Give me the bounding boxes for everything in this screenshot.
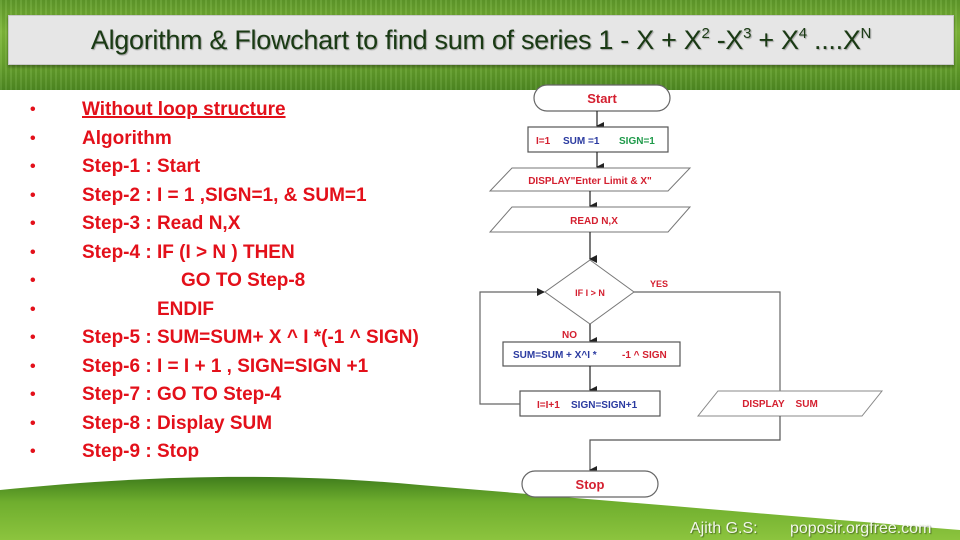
display-prompt-label: DISPLAY"Enter Limit & X" [528,176,652,187]
footer-website: poposir.orgfree.com [790,520,932,537]
flowchart: Start I=1 SUM =1 SIGN=1 DISPLAY"Enter Li… [479,84,884,498]
decision-label: IF I > N [575,288,605,298]
sum-process-label-part1: SUM=SUM + X^I * [513,350,597,361]
yes-label: YES [650,279,668,289]
init-i-label: I=1 [536,136,551,147]
read-label: READ N,X [570,216,618,227]
display-to-stop-connector [589,416,781,474]
start-label: Start [587,91,617,106]
stop-label: Stop [576,477,605,492]
init-sign-label: SIGN=1 [619,136,655,147]
init-sum-label: SUM =1 [563,136,600,147]
no-label: NO [562,330,577,341]
sum-process-label-part2: -1 ^ SIGN [622,350,667,361]
footer-author: Ajith G.S: [690,520,758,537]
display-sum-label: DISPLAY SUM [742,399,818,410]
increment-i-label: I=I+1 [537,400,560,411]
increment-sign-label: SIGN=SIGN+1 [571,400,638,411]
